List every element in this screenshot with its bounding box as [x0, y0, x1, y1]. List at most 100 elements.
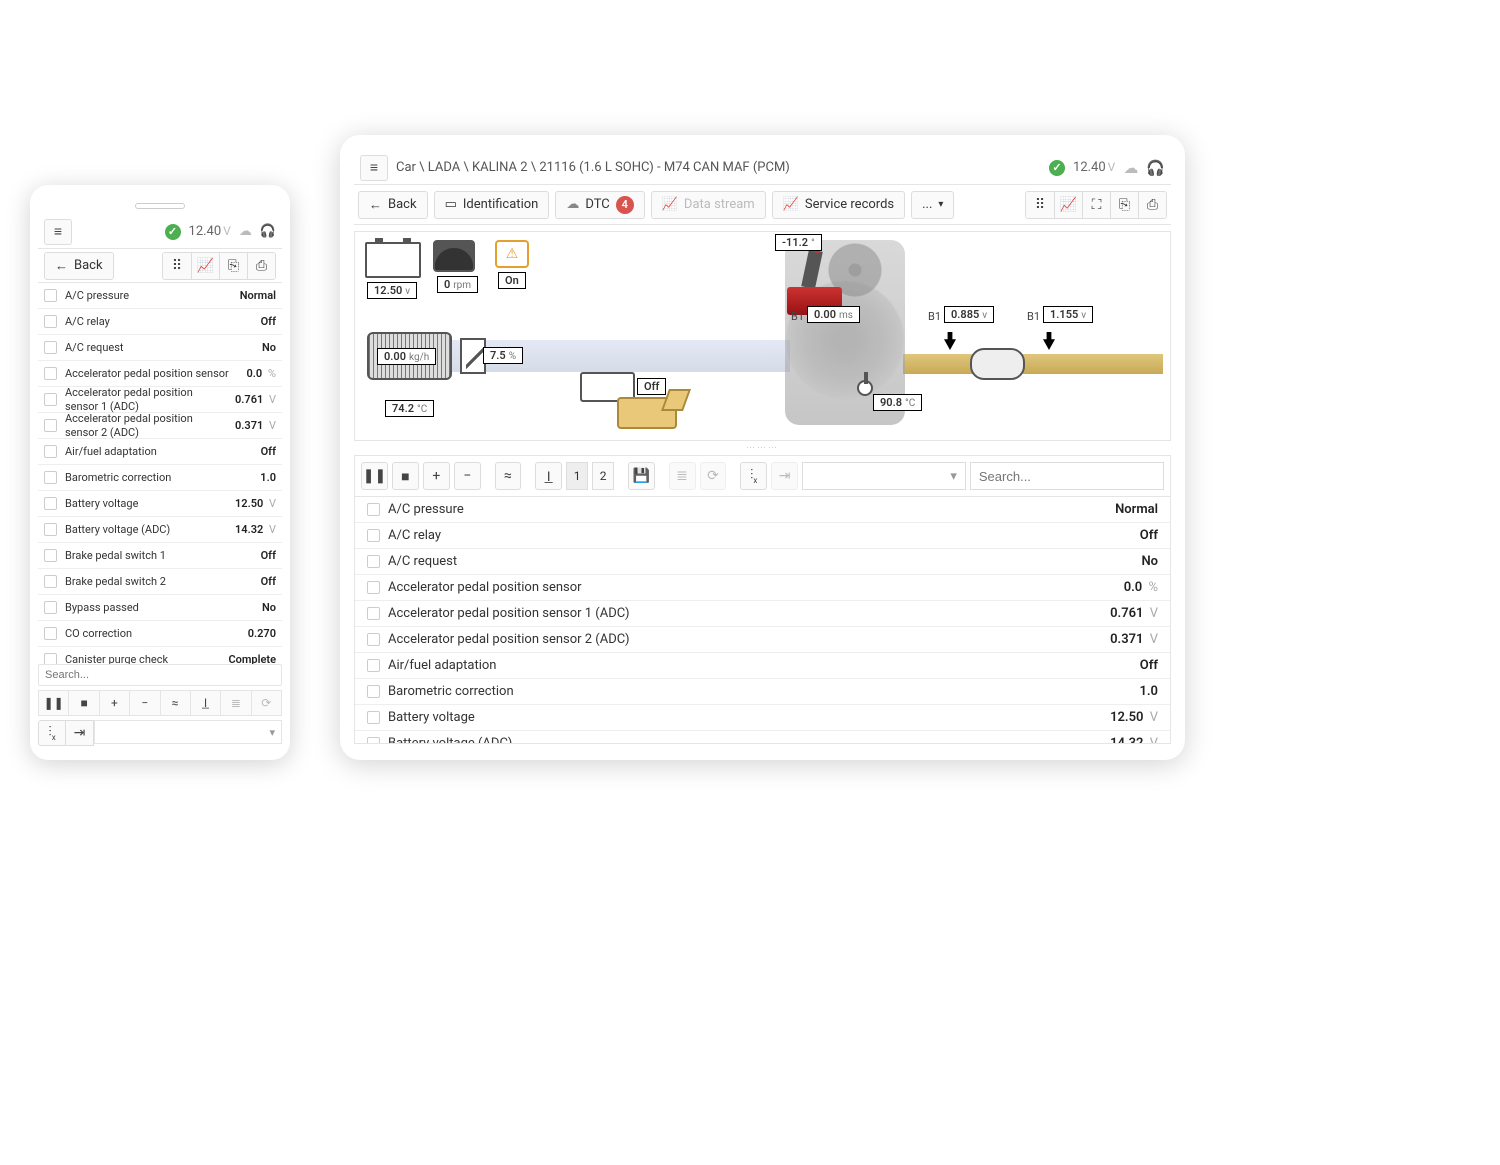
cloud-icon[interactable]: ☁ [1123, 159, 1138, 177]
row-checkbox[interactable] [367, 711, 380, 724]
row-checkbox[interactable] [44, 367, 57, 380]
row-checkbox[interactable] [367, 581, 380, 594]
export-button[interactable]: ⎘ [219, 253, 247, 279]
row-checkbox[interactable] [44, 497, 57, 510]
row-checkbox[interactable] [367, 633, 380, 646]
toend-button[interactable]: ⇥ [771, 462, 798, 490]
param-row[interactable]: Accelerator pedal position sensor 1 (ADC… [355, 601, 1170, 627]
back-button[interactable]: ← Back [44, 252, 114, 280]
tab-data-stream[interactable]: 📈 Data stream [651, 191, 766, 219]
param-row[interactable]: A/C pressureNormal [355, 497, 1170, 523]
remove-button[interactable]: − [130, 691, 160, 715]
filter-button[interactable]: ⫶x [38, 720, 66, 746]
export-button[interactable]: ⎘ [1110, 192, 1138, 218]
row-checkbox[interactable] [367, 685, 380, 698]
param-row[interactable]: Accelerator pedal position sensor 2 (ADC… [355, 627, 1170, 653]
param-row[interactable]: A/C relayOff [355, 523, 1170, 549]
row-checkbox[interactable] [44, 523, 57, 536]
tab-dtc[interactable]: ☁ DTC 4 [555, 191, 644, 219]
cloud-icon[interactable]: ☁ [239, 224, 252, 239]
fit-view-button[interactable]: ⛶ [1082, 192, 1110, 218]
wave-button[interactable]: ≈ [495, 462, 522, 490]
param-row[interactable]: Accelerator pedal position sensor0.0 % [38, 361, 282, 387]
param-row[interactable]: Accelerator pedal position sensor 1 (ADC… [38, 387, 282, 413]
add-button[interactable]: + [423, 462, 450, 490]
row-checkbox[interactable] [367, 555, 380, 568]
menu-button[interactable]: ≡ [44, 219, 72, 245]
tab-more[interactable]: ... ▾ [911, 191, 954, 219]
row-checkbox[interactable] [44, 289, 57, 302]
param-row[interactable]: Accelerator pedal position sensor0.0 % [355, 575, 1170, 601]
add-button[interactable]: + [100, 691, 130, 715]
filter-button[interactable]: ⫶x [740, 462, 767, 490]
param-row[interactable]: Air/fuel adaptationOff [355, 653, 1170, 679]
row-checkbox[interactable] [44, 419, 57, 432]
back-button[interactable]: ← Back [358, 191, 428, 219]
param-row[interactable]: Brake pedal switch 1Off [38, 543, 282, 569]
param-row[interactable]: Brake pedal switch 2Off [38, 569, 282, 595]
menu-button[interactable]: ≡ [360, 155, 388, 181]
chart-view-button[interactable]: 📈 [191, 253, 219, 279]
grid-view-button[interactable]: ⠿ [1026, 192, 1054, 218]
phone-param-list[interactable]: A/C pressureNormalA/C relayOffA/C reques… [38, 283, 282, 664]
remove-button[interactable]: − [454, 462, 481, 490]
row-checkbox[interactable] [44, 445, 57, 458]
tablet-param-list[interactable]: A/C pressureNormalA/C relayOffA/C reques… [355, 497, 1170, 743]
row-checkbox[interactable] [367, 659, 380, 672]
list-filter-button[interactable]: ≣ [221, 691, 251, 715]
row-checkbox[interactable] [44, 315, 57, 328]
param-row[interactable]: Barometric correction1.0 [38, 465, 282, 491]
row-checkbox[interactable] [44, 393, 57, 406]
tab-identification[interactable]: ▭ Identification [434, 191, 550, 219]
row-checkbox[interactable] [367, 607, 380, 620]
pause-button[interactable]: ❚❚ [39, 691, 69, 715]
phone-dropdown[interactable]: ▾ [94, 720, 282, 744]
refresh-button[interactable]: ⟳ [700, 462, 727, 490]
param-row[interactable]: Bypass passedNo [38, 595, 282, 621]
row-checkbox[interactable] [44, 471, 57, 484]
param-row[interactable]: Battery voltage (ADC)14.32 V [355, 731, 1170, 743]
param-row[interactable]: Battery voltage12.50 V [355, 705, 1170, 731]
param-dropdown[interactable]: ▾ [802, 462, 966, 490]
toend-button[interactable]: ⇥ [66, 720, 94, 746]
row-checkbox[interactable] [44, 549, 57, 562]
row-checkbox[interactable] [367, 503, 380, 516]
param-row[interactable]: A/C pressureNormal [38, 283, 282, 309]
param-row[interactable]: A/C relayOff [38, 309, 282, 335]
support-icon[interactable]: 🎧 [260, 224, 276, 239]
row-checkbox[interactable] [44, 341, 57, 354]
phone-search-input[interactable] [38, 664, 282, 686]
list-filter-button[interactable]: ≣ [669, 462, 696, 490]
refresh-button[interactable]: ⟳ [252, 691, 281, 715]
row-checkbox[interactable] [44, 575, 57, 588]
print-button[interactable]: ⎙ [247, 253, 275, 279]
row-checkbox[interactable] [44, 653, 57, 664]
param-row[interactable]: Barometric correction1.0 [355, 679, 1170, 705]
row-checkbox[interactable] [367, 529, 380, 542]
support-icon[interactable]: 🎧 [1146, 159, 1165, 177]
param-row[interactable]: Battery voltage (ADC)14.32 V [38, 517, 282, 543]
row-checkbox[interactable] [44, 601, 57, 614]
print-button[interactable]: ⎙ [1138, 192, 1166, 218]
grid-view-button[interactable]: ⠿ [163, 253, 191, 279]
page-2-button[interactable]: 2 [592, 462, 614, 490]
text-cursor-button[interactable]: I̲ [535, 462, 562, 490]
wave-button[interactable]: ≈ [161, 691, 191, 715]
tab-service-records[interactable]: 📈 Service records [772, 191, 905, 219]
text-cursor-button[interactable]: I̲ [191, 691, 221, 715]
param-row[interactable]: Accelerator pedal position sensor 2 (ADC… [38, 413, 282, 439]
param-row[interactable]: Canister purge checkComplete [38, 647, 282, 664]
split-handle[interactable]: ⋯⋯⋯ [354, 441, 1171, 455]
param-row[interactable]: CO correction0.270 [38, 621, 282, 647]
page-1-button[interactable]: 1 [566, 462, 588, 490]
param-row[interactable]: A/C requestNo [38, 335, 282, 361]
param-row[interactable]: A/C requestNo [355, 549, 1170, 575]
stop-button[interactable]: ■ [392, 462, 419, 490]
row-checkbox[interactable] [367, 737, 380, 743]
save-button[interactable]: 💾 [628, 462, 655, 490]
pause-button[interactable]: ❚❚ [361, 462, 388, 490]
stop-button[interactable]: ■ [69, 691, 99, 715]
param-row[interactable]: Battery voltage12.50 V [38, 491, 282, 517]
chart-view-button[interactable]: 📈 [1054, 192, 1082, 218]
param-row[interactable]: Air/fuel adaptationOff [38, 439, 282, 465]
